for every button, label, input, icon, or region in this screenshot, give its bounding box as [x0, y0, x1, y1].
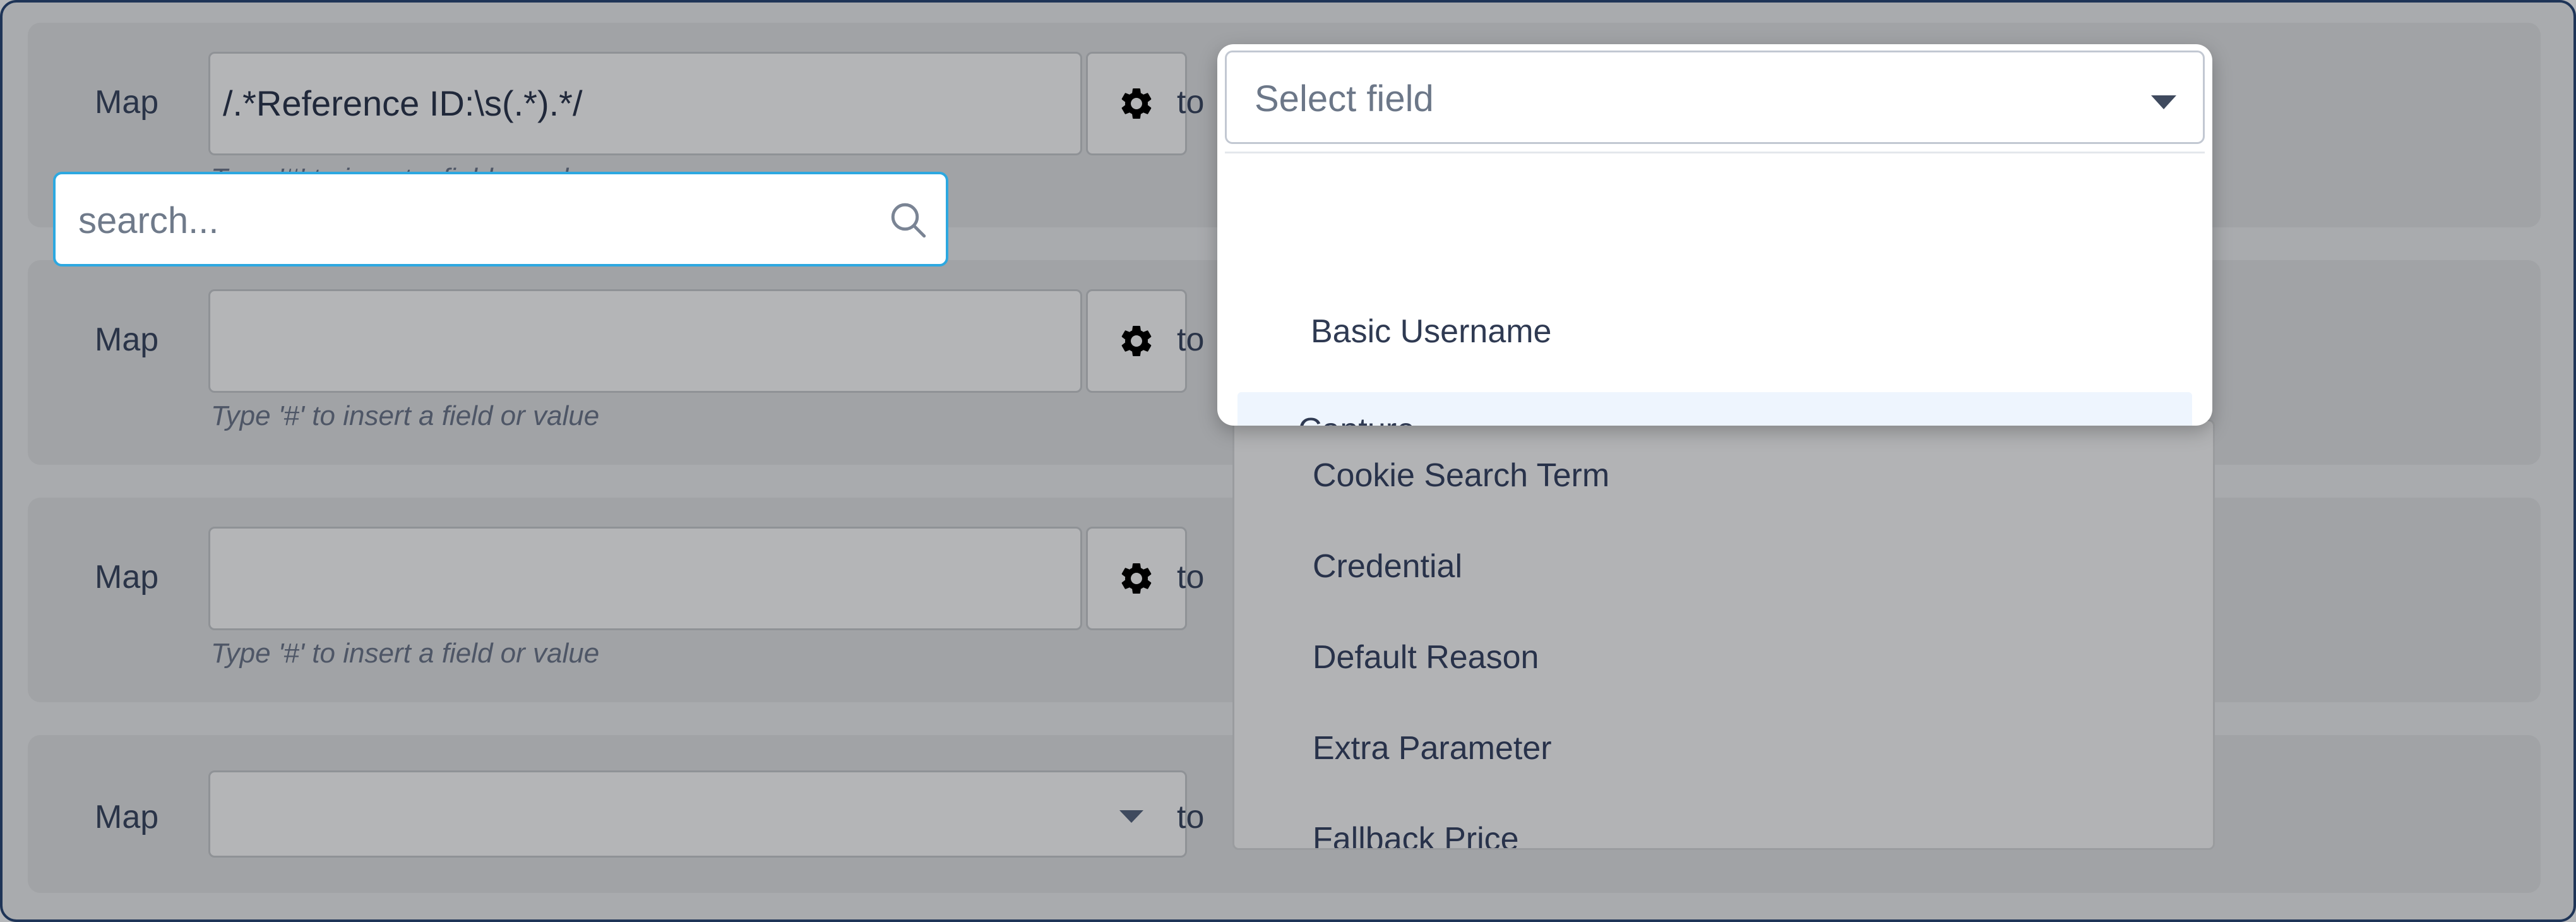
to-label: to [1177, 799, 1205, 835]
chevron-down-icon [2151, 95, 2176, 109]
dropdown-option-capture[interactable]: Capture [1237, 392, 2192, 426]
field-dropdown: Select field Basic Username Capture [1217, 44, 2212, 426]
settings-button[interactable] [1086, 527, 1187, 630]
settings-button[interactable] [1086, 52, 1187, 155]
search-icon [891, 203, 926, 238]
gear-icon [1121, 88, 1152, 119]
insert-hint: Type '#' to insert a field or value [211, 638, 600, 669]
list-item[interactable]: Cookie Search Term [1313, 457, 1609, 494]
select-field-dropdown[interactable]: Select field [1225, 51, 2205, 144]
to-label: to [1177, 559, 1205, 596]
search-input[interactable] [78, 200, 836, 242]
option-label: Capture [1298, 411, 1415, 426]
select-field-label: Select field [1255, 78, 1434, 119]
list-item[interactable]: Default Reason [1313, 638, 1539, 676]
list-item[interactable]: Extra Parameter [1313, 729, 1552, 767]
field-list-scroll[interactable]: Cookie Search Term Credential Default Re… [1232, 419, 2215, 850]
map-source-input[interactable] [208, 527, 1082, 630]
dropdown-option-basic-username[interactable]: Basic Username [1225, 313, 2185, 383]
app-frame: Map /.*Reference ID:\s(.*).*/ to Type '#… [0, 0, 2576, 922]
to-label: to [1177, 84, 1205, 121]
dropdown-panel: Basic Username Capture [1225, 152, 2205, 426]
to-label: to [1177, 321, 1205, 358]
option-label: Basic Username [1311, 313, 1552, 350]
map-label: Map [95, 799, 159, 835]
map-label: Map [95, 559, 159, 596]
list-item[interactable]: Credential [1313, 548, 1462, 585]
map-source-input[interactable]: /.*Reference ID:\s(.*).*/ [208, 52, 1082, 155]
chevron-down-icon [1119, 810, 1143, 823]
map-source-input[interactable] [208, 289, 1082, 393]
map-source-select[interactable] [208, 770, 1187, 858]
settings-button[interactable] [1086, 289, 1187, 393]
gear-icon [1121, 326, 1152, 356]
gear-icon [1121, 563, 1152, 594]
map-label: Map [95, 84, 159, 121]
list-item[interactable]: Fallback Price [1313, 820, 1519, 848]
search-box [53, 172, 948, 266]
map-label: Map [95, 321, 159, 358]
insert-hint: Type '#' to insert a field or value [211, 400, 600, 431]
